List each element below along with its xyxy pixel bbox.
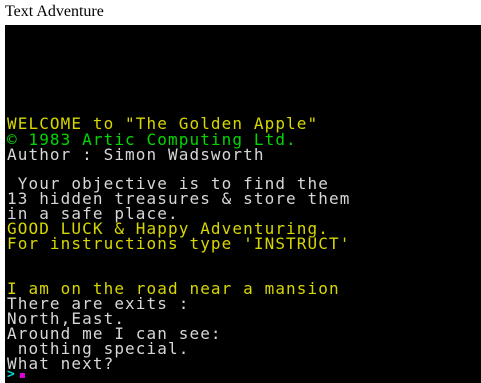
- author-line: Author : Simon Wadsworth: [7, 145, 265, 164]
- window-title: Text Adventure: [5, 3, 104, 20]
- game-screen: WELCOME to "The Golden Apple" © 1983 Art…: [5, 25, 481, 383]
- instructions-line: For instructions type 'INSTRUCT': [7, 234, 351, 253]
- prompt-glyph-icon: >: [7, 367, 15, 382]
- command-input[interactable]: >: [7, 367, 37, 382]
- text-cursor: [20, 373, 25, 378]
